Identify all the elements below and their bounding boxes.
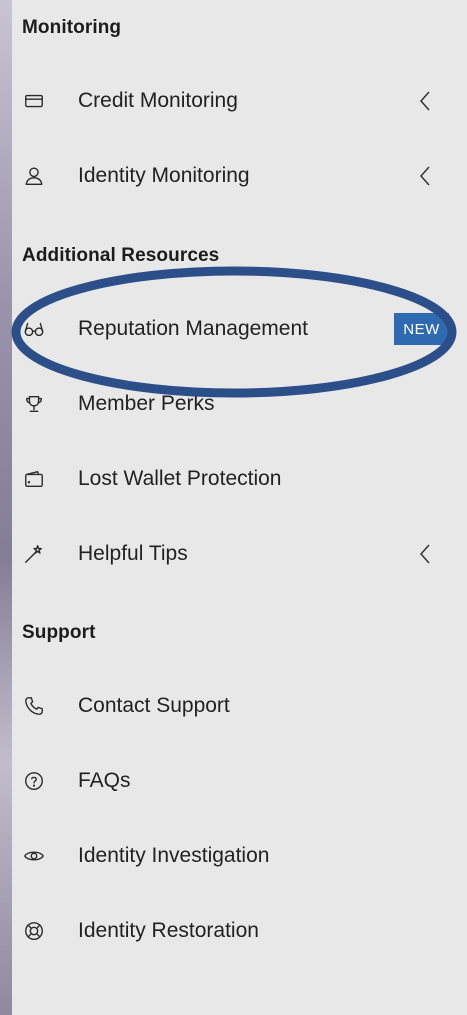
sidebar-item-label: Member Perks: [78, 392, 215, 415]
sidebar-item-contact-support[interactable]: Contact Support: [12, 676, 467, 736]
section-title-monitoring: Monitoring: [22, 17, 122, 38]
sidebar-item-identity-monitoring[interactable]: Identity Monitoring: [12, 146, 467, 206]
sidebar-item-label: Identity Investigation: [78, 844, 270, 867]
sidebar-item-member-perks[interactable]: Member Perks: [12, 374, 467, 434]
sidebar-item-label: Helpful Tips: [78, 542, 188, 565]
sidebar-item-label: Lost Wallet Protection: [78, 467, 282, 490]
trophy-icon: [22, 392, 46, 416]
sidebar-item-faqs[interactable]: FAQs: [12, 751, 467, 811]
user-icon: [22, 164, 46, 188]
sidebar-item-label: Credit Monitoring: [78, 89, 238, 112]
chevron-left-icon[interactable]: [416, 89, 434, 113]
section-title-support: Support: [22, 622, 96, 643]
magic-wand-icon: [22, 542, 46, 566]
section-title-additional-resources: Additional Resources: [22, 245, 220, 266]
eye-icon: [22, 844, 46, 868]
phone-icon: [22, 694, 46, 718]
sidebar-item-reputation-management[interactable]: Reputation Management NEW: [12, 299, 467, 359]
sidebar-item-label: Reputation Management: [78, 317, 308, 340]
sidebar-item-label: Identity Monitoring: [78, 164, 250, 187]
sidebar-item-identity-investigation[interactable]: Identity Investigation: [12, 826, 467, 886]
sidebar-menu: Monitoring Credit Monitoring Identity Mo…: [12, 0, 467, 1015]
sidebar-item-credit-monitoring[interactable]: Credit Monitoring: [12, 71, 467, 131]
chevron-left-icon[interactable]: [416, 542, 434, 566]
new-badge: NEW: [394, 313, 449, 345]
life-ring-icon: [22, 919, 46, 943]
help-circle-icon: [22, 769, 46, 793]
sidebar-item-lost-wallet-protection[interactable]: Lost Wallet Protection: [12, 449, 467, 509]
chevron-left-icon[interactable]: [416, 164, 434, 188]
sidebar-item-helpful-tips[interactable]: Helpful Tips: [12, 524, 467, 584]
wallet-icon: [22, 467, 46, 491]
sidebar-item-label: FAQs: [78, 769, 131, 792]
sidebar-item-label: Contact Support: [78, 694, 230, 717]
sidebar-item-identity-restoration[interactable]: Identity Restoration: [12, 901, 467, 961]
glasses-icon: [22, 317, 46, 341]
credit-card-icon: [22, 89, 46, 113]
sidebar-item-label: Identity Restoration: [78, 919, 259, 942]
